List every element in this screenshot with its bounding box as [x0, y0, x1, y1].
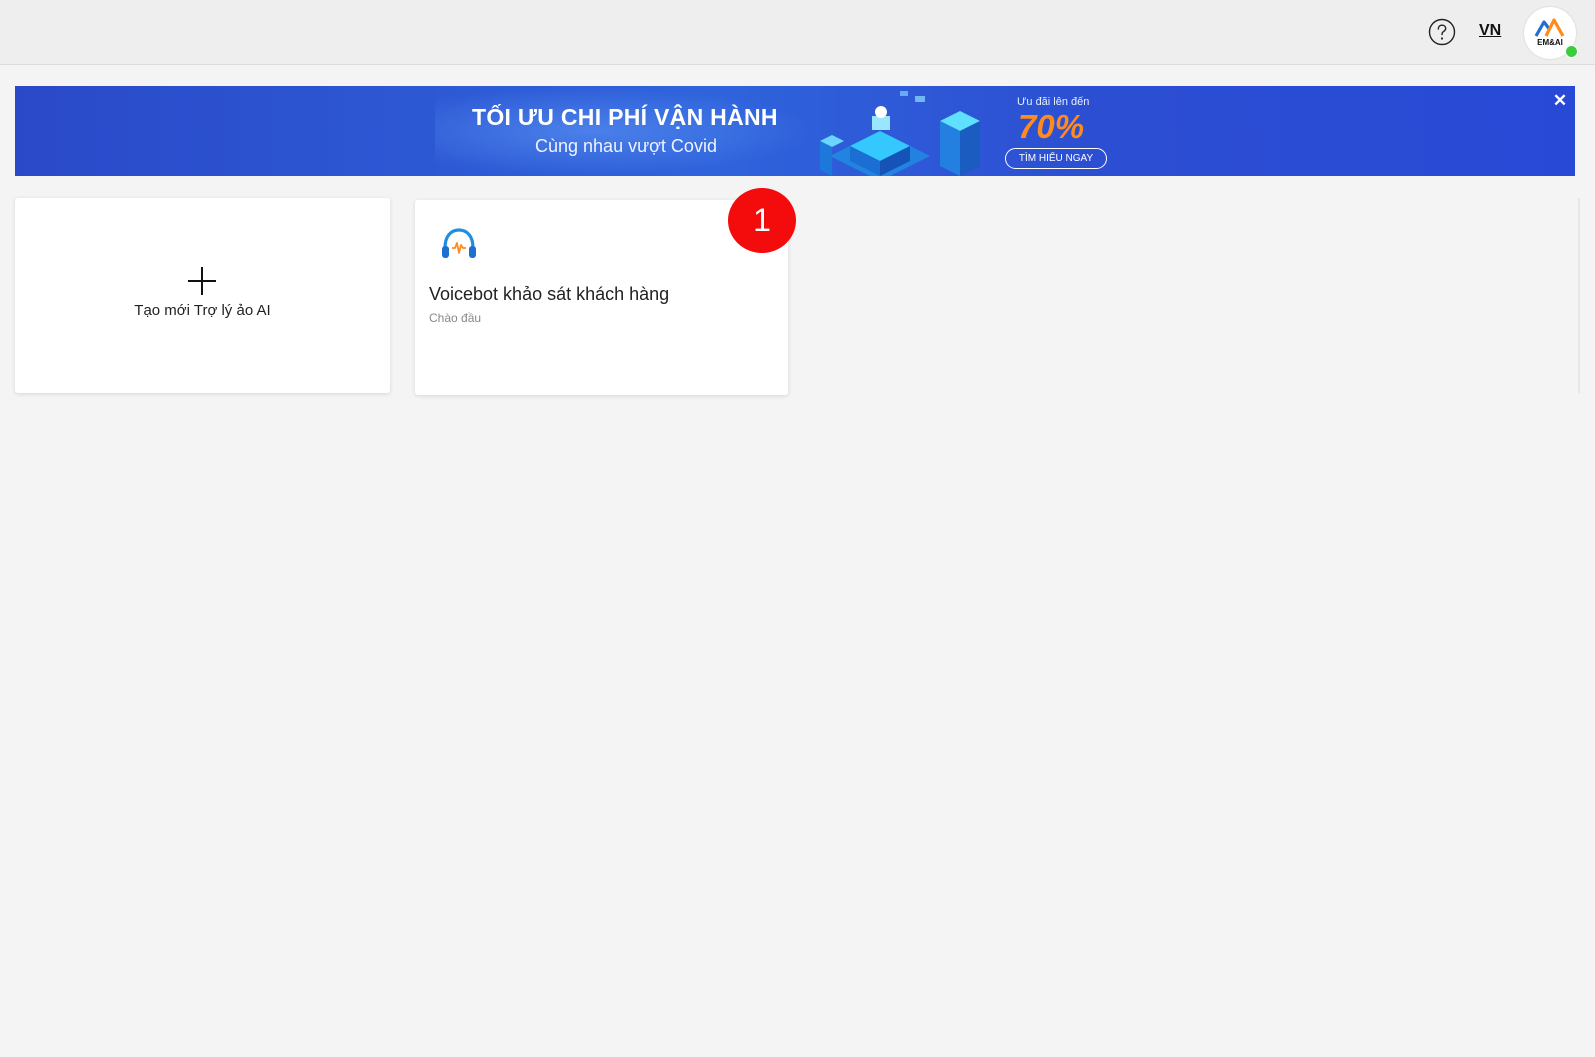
promo-value: 70%	[1018, 108, 1085, 145]
headphones-icon	[442, 228, 476, 258]
bot-name[interactable]: Voicebot khảo sát khách hàng	[429, 284, 669, 305]
close-icon[interactable]: ✕	[1552, 92, 1568, 109]
avatar[interactable]: EM&AI	[1524, 7, 1578, 59]
banner-title: TỐI ƯU CHI PHÍ VẬN HÀNH	[472, 104, 778, 130]
learn-more-button[interactable]: TÌM HIỂU NGAY	[1005, 148, 1107, 169]
online-status-dot	[1565, 45, 1578, 58]
isometric-city-illustration	[820, 91, 980, 176]
bot-subtitle: Chào đầu	[429, 311, 482, 325]
banner-glow	[435, 86, 815, 176]
plus-icon[interactable]	[188, 267, 216, 295]
promo-label: Ưu đãi lên đến	[1017, 96, 1090, 108]
language-switcher[interactable]: VN	[1479, 22, 1501, 40]
help-icon[interactable]	[1428, 18, 1456, 46]
top-bar	[0, 0, 1595, 65]
scrollbar[interactable]	[1578, 198, 1580, 393]
promo-banner[interactable]: TỐI ƯU CHI PHÍ VẬN HÀNH Cùng nhau vượt C…	[15, 86, 1575, 176]
step-badge: 1	[728, 188, 796, 253]
create-assistant-card[interactable]	[15, 198, 390, 393]
logo-icon	[1534, 18, 1565, 37]
create-assistant-label[interactable]: Tạo mới Trợ lý ảo AI	[15, 302, 390, 319]
banner-subtitle: Cùng nhau vượt Covid	[535, 136, 717, 156]
